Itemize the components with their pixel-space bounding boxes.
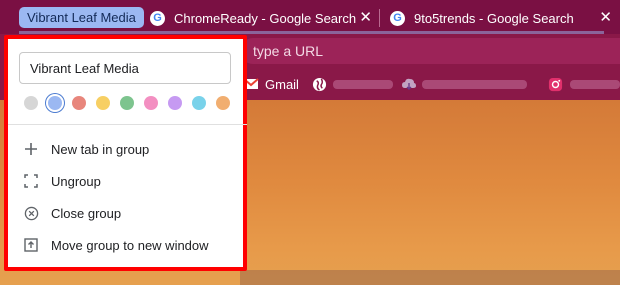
bookmark-instagram[interactable]: [548, 75, 563, 93]
tab-9to5trends[interactable]: G 9to5trends - Google Search ✕: [390, 6, 612, 30]
menu-item-label: Ungroup: [51, 173, 101, 189]
menu-item-label: New tab in group: [51, 141, 150, 157]
bookmark-cloud[interactable]: [401, 75, 417, 93]
menu-item-close-group[interactable]: Close group: [8, 198, 247, 228]
color-swatch-orange[interactable]: [216, 96, 230, 110]
menu-item-move-group[interactable]: Move group to new window: [8, 230, 247, 260]
color-swatch-purple[interactable]: [168, 96, 182, 110]
cloud-icon: [402, 78, 416, 90]
bookmark-label-blurred[interactable]: [422, 80, 527, 89]
close-circle-icon: [22, 204, 40, 222]
horizon-silhouette: [240, 270, 620, 285]
color-swatch-pink[interactable]: [144, 96, 158, 110]
globe-icon: [312, 77, 327, 91]
google-icon: G: [390, 10, 405, 26]
google-icon: G: [150, 10, 165, 26]
menu-divider: [8, 124, 247, 125]
bookmark-label-blurred[interactable]: [333, 80, 393, 89]
color-swatch-cyan[interactable]: [192, 96, 206, 110]
instagram-icon: [548, 77, 563, 91]
tab-close-icon[interactable]: ✕: [359, 9, 372, 27]
tab-title: 9to5trends - Google Search: [414, 10, 574, 26]
color-swatch-yellow[interactable]: [96, 96, 110, 110]
color-swatch-blue[interactable]: [48, 96, 62, 110]
omnibox-placeholder: type a URL: [253, 43, 324, 59]
move-window-icon: [22, 236, 40, 254]
menu-item-ungroup[interactable]: Ungroup: [8, 166, 247, 196]
tab-separator: [379, 9, 380, 27]
tab-chromeready[interactable]: G ChromeReady - Google Search ✕: [150, 6, 372, 30]
ungroup-icon: [22, 172, 40, 190]
group-name-input[interactable]: [19, 52, 231, 84]
bookmark-gmail[interactable]: Gmail: [243, 75, 299, 93]
bookmark-label-blurred[interactable]: [570, 80, 620, 89]
tab-group-chip[interactable]: Vibrant Leaf Media: [19, 7, 144, 28]
bookmark-label: Gmail: [265, 76, 299, 92]
menu-item-new-tab-in-group[interactable]: New tab in group: [8, 134, 247, 164]
color-swatch-grey[interactable]: [24, 96, 38, 110]
bookmark-globe[interactable]: [312, 75, 327, 93]
menu-item-label: Close group: [51, 205, 122, 221]
color-swatch-green[interactable]: [120, 96, 134, 110]
plus-icon: [22, 140, 40, 158]
menu-item-label: Move group to new window: [51, 237, 209, 253]
color-swatch-red[interactable]: [72, 96, 86, 110]
tab-close-icon[interactable]: ✕: [599, 9, 612, 27]
tab-title: ChromeReady - Google Search: [174, 10, 357, 26]
